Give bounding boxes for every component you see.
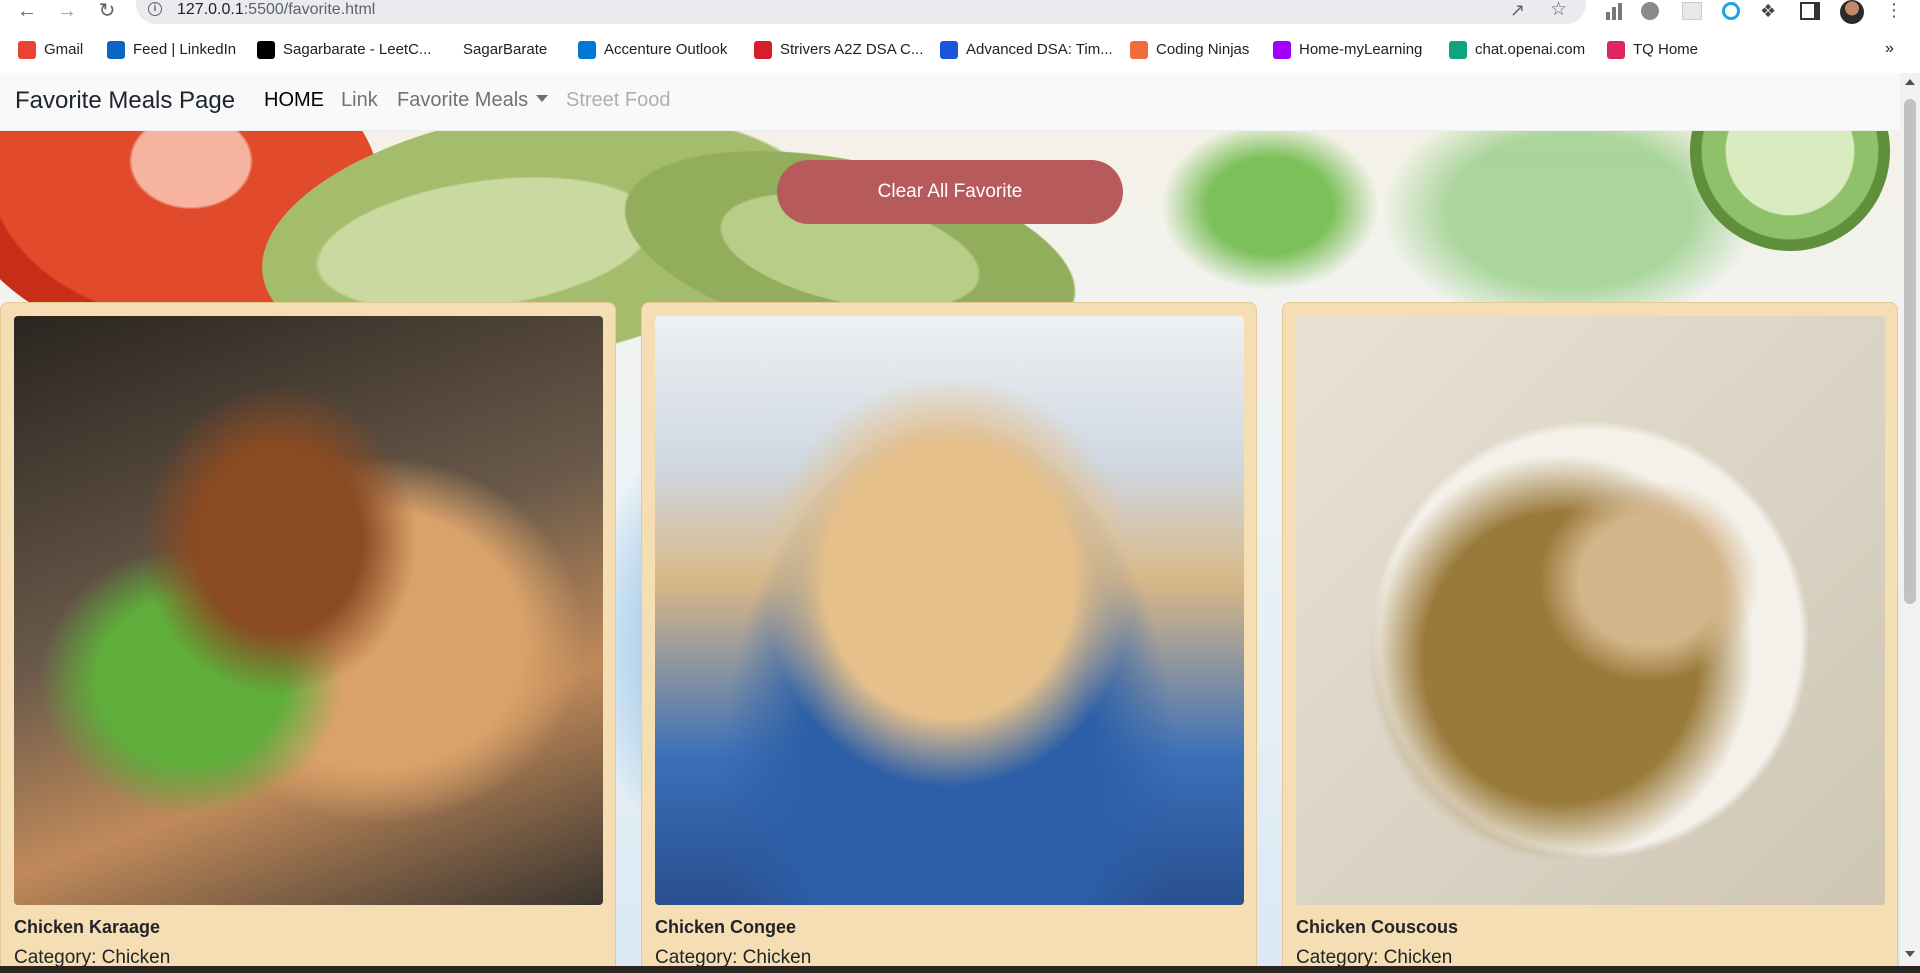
back-arrow-icon[interactable]: ← [16,0,38,22]
outlook-icon [578,41,596,59]
settings-extension-icon[interactable] [1641,2,1659,20]
meal-image-couscous[interactable] [1296,316,1885,905]
nav-home[interactable]: HOME [264,89,324,112]
reload-icon[interactable]: ↻ [96,0,118,22]
gmail-icon [18,41,36,59]
circle-extension-icon[interactable] [1722,2,1740,20]
scrollbar-thumb[interactable] [1904,99,1916,604]
tuf-icon [754,41,772,59]
bookmark-item[interactable]: Accenture Outlook [604,40,727,60]
bookmarks-overflow-icon[interactable]: » [1885,40,1894,58]
clear-all-favorite-button[interactable]: Clear All Favorite [777,160,1123,224]
vertical-scrollbar[interactable] [1900,73,1920,966]
linkedin-icon [107,41,125,59]
forward-arrow-icon[interactable]: → [56,0,78,22]
browser-toolbar: ← → ↻ i 127.0.0.1:5500/favorite.html ↗ ☆… [0,0,1920,26]
meal-card: Chicken Couscous Category: Chicken [1282,302,1898,966]
leaf-illustration [1160,131,1380,291]
bookmarks-bar: Gmail Feed | LinkedIn Sagarbarate - LeetC.… [0,36,1920,66]
meal-category: Category: Chicken [1296,947,1453,966]
meal-title: Chicken Karaage [14,917,161,937]
taskbar-edge [0,966,1920,973]
meal-category: Category: Chicken [655,947,812,966]
coding-ninjas-icon [1130,41,1148,59]
navbar-brand[interactable]: Favorite Meals Page [15,87,235,115]
openai-icon [1449,41,1467,59]
url-host: 127.0.0.1 [177,1,244,18]
browser-menu-icon[interactable]: ⋮ [1885,0,1903,20]
profile-avatar[interactable] [1840,0,1864,24]
bookmark-star-icon[interactable]: ☆ [1550,0,1567,20]
bookmark-item[interactable]: Strivers A2Z DSA C... [780,40,923,60]
mylearning-icon [1273,41,1291,59]
nav-link[interactable]: Link [341,89,378,112]
url-path: :5500/favorite.html [243,1,376,18]
course-icon [940,41,958,59]
scroll-up-arrow-icon[interactable] [1905,79,1915,85]
bookmark-item[interactable]: Advanced DSA: Tim... [966,40,1113,60]
nav-favorite-meals-label: Favorite Meals [397,89,529,111]
analytics-extension-icon[interactable] [1604,2,1624,20]
tq-icon [1607,41,1625,59]
bookmark-item[interactable]: SagarBarate [463,40,547,60]
bookmark-item[interactable]: TQ Home [1633,40,1698,60]
meal-card: Chicken Congee Category: Chicken [641,302,1257,966]
meal-title: Chicken Congee [655,917,797,937]
page-viewport: Favorite Meals Page HOME Link Favorite M… [0,73,1920,966]
leetcode-icon [257,41,275,59]
bookmark-item[interactable]: Sagarbarate - LeetC... [283,40,431,60]
side-panel-icon[interactable] [1800,2,1820,20]
meal-image-congee[interactable] [655,316,1244,905]
bookmark-item[interactable]: Feed | LinkedIn [133,40,236,60]
bookmark-item[interactable]: chat.openai.com [1475,40,1585,60]
puzzle-extensions-icon[interactable]: ❖ [1760,2,1780,20]
hero-background: Clear All Favorite Chicken Karaage Categ… [0,131,1900,966]
nav-street-food: Street Food [566,89,671,111]
caret-down-icon [536,95,549,103]
meal-category: Category: Chicken [14,947,171,966]
bookmark-item[interactable]: Coding Ninjas [1156,40,1249,60]
site-info-icon[interactable]: i [148,2,162,16]
bookmark-item[interactable]: Gmail [44,40,83,60]
scroll-down-arrow-icon[interactable] [1905,951,1915,957]
navbar: Favorite Meals Page HOME Link Favorite M… [0,73,1900,131]
meal-card: Chicken Karaage Category: Chicken [0,302,616,966]
meal-image-karaage[interactable] [14,316,603,905]
bookmark-item[interactable]: Home-myLearning [1299,40,1422,60]
url-text[interactable]: 127.0.0.1:5500/favorite.html [177,0,375,20]
extension-icon[interactable] [1682,2,1702,20]
meal-title: Chicken Couscous [1296,917,1459,937]
nav-favorite-meals-dropdown[interactable]: Favorite Meals [397,89,549,112]
share-icon[interactable]: ↗ [1510,0,1525,20]
